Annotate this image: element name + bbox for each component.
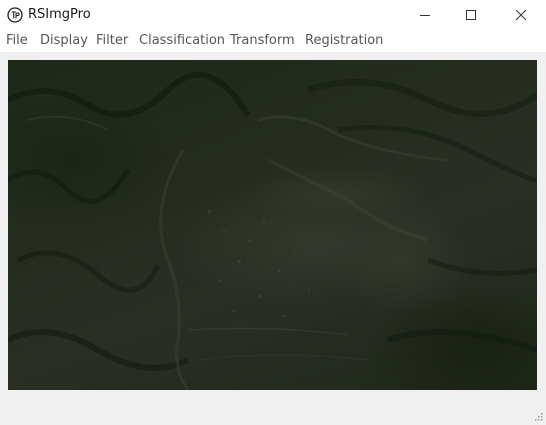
menu-filter[interactable]: Filter xyxy=(96,32,128,50)
menu-registration[interactable]: Registration xyxy=(305,32,383,50)
resize-grip-icon xyxy=(535,413,543,421)
resize-grip[interactable] xyxy=(533,406,543,421)
minimize-button[interactable] xyxy=(402,0,448,30)
menu-display[interactable]: Display xyxy=(40,32,88,50)
maximize-button[interactable] xyxy=(448,0,494,30)
menu-classification[interactable]: Classification xyxy=(139,32,225,50)
menu-bar: File Display Filter Classification Trans… xyxy=(0,30,546,52)
satellite-image-view[interactable] xyxy=(8,60,537,390)
close-icon xyxy=(515,9,527,21)
title-bar[interactable]: RSImgPro xyxy=(0,0,546,30)
close-button[interactable] xyxy=(498,0,544,30)
app-icon xyxy=(7,7,23,23)
minimize-icon xyxy=(420,15,430,16)
window-title: RSImgPro xyxy=(28,7,91,22)
menu-transform[interactable]: Transform xyxy=(230,32,295,50)
menu-file[interactable]: File xyxy=(6,32,28,50)
satellite-image xyxy=(8,71,537,390)
maximize-icon xyxy=(466,10,476,20)
